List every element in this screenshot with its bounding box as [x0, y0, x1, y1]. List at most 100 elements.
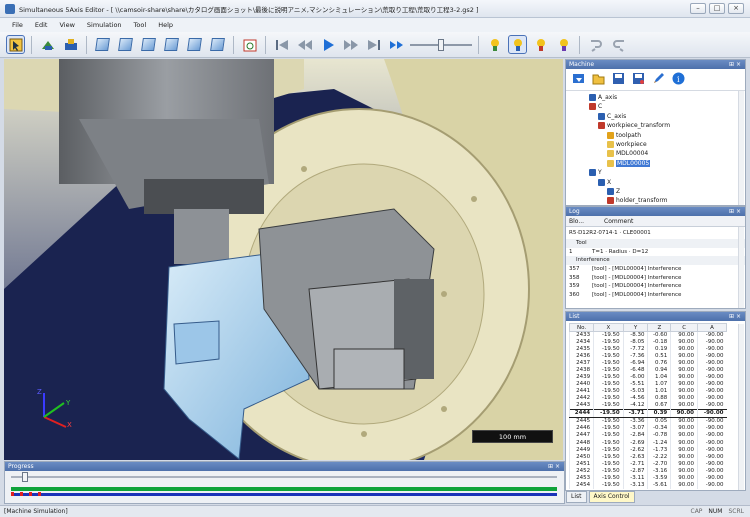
save-as-icon[interactable]: [632, 72, 645, 87]
progress-thumb[interactable]: [21, 472, 28, 482]
machine-tree-scrollbar[interactable]: [738, 91, 744, 205]
open-folder-icon[interactable]: [592, 72, 605, 87]
log-group-interference[interactable]: Interference: [566, 256, 745, 266]
progress-track[interactable]: [5, 471, 564, 504]
step-back-icon[interactable]: [295, 35, 314, 54]
collision-check-icon[interactable]: [531, 35, 550, 54]
table-row[interactable]: 2438 -19.50 -6.48 0.94 90.00 -90.00: [568, 367, 727, 375]
tree-node[interactable]: MDL00005: [566, 159, 745, 168]
tree-node[interactable]: MDL00004: [566, 149, 745, 158]
redo-icon[interactable]: [609, 35, 628, 54]
tree-node[interactable]: workpiece_transform: [566, 121, 745, 130]
tab-list[interactable]: List: [566, 491, 587, 503]
table-row[interactable]: 2445 -19.50 -3.36 0.05 90.00 -90.00: [568, 417, 727, 426]
table-row[interactable]: 2439 -19.50 -6.00 1.04 90.00 -90.00: [568, 374, 727, 382]
table-row[interactable]: 2436 -19.50 -7.36 0.51 90.00 -90.00: [568, 353, 727, 361]
holder-check-icon[interactable]: [508, 35, 527, 54]
panel-close-icon[interactable]: ⊞ ×: [729, 207, 741, 216]
view-top-icon[interactable]: [208, 35, 227, 54]
table-row[interactable]: 2453 -19.50 -3.11 -3.59 90.00 -90.00: [568, 474, 727, 482]
view-back-icon[interactable]: [139, 35, 158, 54]
panel-close-icon[interactable]: ⊞ ×: [548, 462, 560, 471]
panel-close-icon[interactable]: ⊞ ×: [729, 60, 741, 69]
menu-simulation[interactable]: Simulation: [87, 21, 122, 29]
edit-icon[interactable]: [652, 72, 665, 87]
log-row[interactable]: 1 T=1 · Radius · D=12: [566, 248, 745, 257]
table-row[interactable]: 2444 -19.50 -3.71 0.39 90.00 -90.00: [568, 409, 727, 419]
save-icon[interactable]: [612, 72, 625, 87]
table-row[interactable]: 2449 -19.50 -2.62 -1.73 90.00 -90.00: [568, 446, 727, 454]
tree-node[interactable]: A_axis: [566, 93, 745, 102]
info-icon[interactable]: i: [672, 72, 685, 87]
list-col-header[interactable]: Z: [647, 323, 672, 332]
log-row[interactable]: 359 [tool] - [MDL00004] Interference: [566, 282, 745, 291]
list-scrollbar[interactable]: [738, 324, 744, 490]
tree-node[interactable]: workpiece: [566, 140, 745, 149]
fast-forward-icon[interactable]: [387, 35, 406, 54]
table-row[interactable]: 2435 -19.50 -7.72 0.19 90.00 -90.00: [568, 346, 727, 354]
table-row[interactable]: 2440 -19.50 -5.51 1.07 90.00 -90.00: [568, 381, 727, 389]
log-row[interactable]: 358 [tool] - [MDL00004] Interference: [566, 274, 745, 283]
table-row[interactable]: 2448 -19.50 -2.69 -1.24 90.00 -90.00: [568, 439, 727, 447]
view-front-icon[interactable]: [116, 35, 135, 54]
log-group-tool[interactable]: Tool: [566, 239, 745, 248]
log-row[interactable]: 360 [tool] - [MDL00004] Interference: [566, 291, 745, 300]
list-col-header[interactable]: A: [696, 323, 728, 332]
list-col-header[interactable]: C: [670, 323, 698, 332]
list-col-header[interactable]: No.: [568, 323, 595, 332]
snapshot-icon[interactable]: [240, 35, 259, 54]
table-row[interactable]: 2452 -19.50 -2.87 -3.16 90.00 -90.00: [568, 467, 727, 475]
table-row[interactable]: 2443 -19.50 -4.12 0.67 90.00 -90.00: [568, 402, 727, 410]
undo-icon[interactable]: [586, 35, 605, 54]
table-row[interactable]: 2434 -19.50 -8.05 -0.18 90.00 -90.00: [568, 339, 727, 347]
table-row[interactable]: 2433 -19.50 -8.30 -0.60 90.00 -90.00: [568, 331, 727, 339]
view-left-icon[interactable]: [162, 35, 181, 54]
step-forward-icon[interactable]: [341, 35, 360, 54]
minimize-button[interactable]: –: [690, 3, 706, 14]
table-row[interactable]: 2451 -19.50 -2.71 -2.70 90.00 -90.00: [568, 460, 727, 468]
table-row[interactable]: 2437 -19.50 -6.94 0.76 90.00 -90.00: [568, 360, 727, 368]
tool-check-icon[interactable]: [485, 35, 504, 54]
speed-slider-thumb[interactable]: [438, 38, 444, 51]
log-scrollbar[interactable]: [738, 227, 744, 308]
tab-axis-control[interactable]: Axis Control: [588, 491, 635, 503]
tree-node[interactable]: C: [566, 102, 745, 111]
tree-node[interactable]: X: [566, 178, 745, 187]
gouge-check-icon[interactable]: [554, 35, 573, 54]
list-col-header[interactable]: X: [593, 323, 624, 332]
simulation-viewport[interactable]: Z Y X 100 mm: [4, 59, 563, 460]
table-row[interactable]: 2454 -19.50 -3.13 -5.61 90.00 -90.00: [568, 481, 727, 489]
table-row[interactable]: 2442 -19.50 -4.56 0.88 90.00 -90.00: [568, 395, 727, 403]
tree-node[interactable]: toolpath: [566, 131, 745, 140]
speed-slider[interactable]: [410, 38, 472, 52]
tree-node[interactable]: holder_transform: [566, 196, 745, 205]
log-col-block[interactable]: Blo...: [566, 216, 592, 226]
view-iso-icon[interactable]: [93, 35, 112, 54]
play-icon[interactable]: [318, 35, 337, 54]
menu-tool[interactable]: Tool: [134, 21, 147, 29]
panel-close-icon[interactable]: ⊞ ×: [729, 312, 741, 321]
import-icon[interactable]: [572, 72, 585, 87]
tree-node[interactable]: Z: [566, 187, 745, 196]
menu-file[interactable]: File: [12, 21, 23, 29]
table-row[interactable]: 2446 -19.50 -3.07 -0.34 90.00 -90.00: [568, 425, 727, 433]
table-row[interactable]: 2441 -19.50 -5.03 1.01 90.00 -90.00: [568, 388, 727, 396]
select-icon[interactable]: [6, 35, 25, 54]
maximize-button[interactable]: □: [709, 3, 725, 14]
log-row[interactable]: 357 [tool] - [MDL00004] Interference: [566, 265, 745, 274]
machine-tree[interactable]: A_axis C C_axis workpiece_transform toolpath…: [566, 91, 745, 205]
tree-node[interactable]: C_axis: [566, 112, 745, 121]
menu-edit[interactable]: Edit: [35, 21, 48, 29]
close-button[interactable]: ×: [728, 3, 744, 14]
table-row[interactable]: 2450 -19.50 -2.63 -2.22 90.00 -90.00: [568, 453, 727, 461]
tree-node[interactable]: Y: [566, 168, 745, 177]
view-right-icon[interactable]: [185, 35, 204, 54]
step-first-icon[interactable]: [272, 35, 291, 54]
machine-icon[interactable]: [38, 35, 57, 54]
log-col-comment[interactable]: Comment: [592, 216, 633, 226]
menu-help[interactable]: Help: [158, 21, 173, 29]
step-last-icon[interactable]: [364, 35, 383, 54]
menu-view[interactable]: View: [59, 21, 74, 29]
table-row[interactable]: 2447 -19.50 -2.84 -0.78 90.00 -90.00: [568, 432, 727, 440]
list-col-header[interactable]: Y: [622, 323, 649, 332]
